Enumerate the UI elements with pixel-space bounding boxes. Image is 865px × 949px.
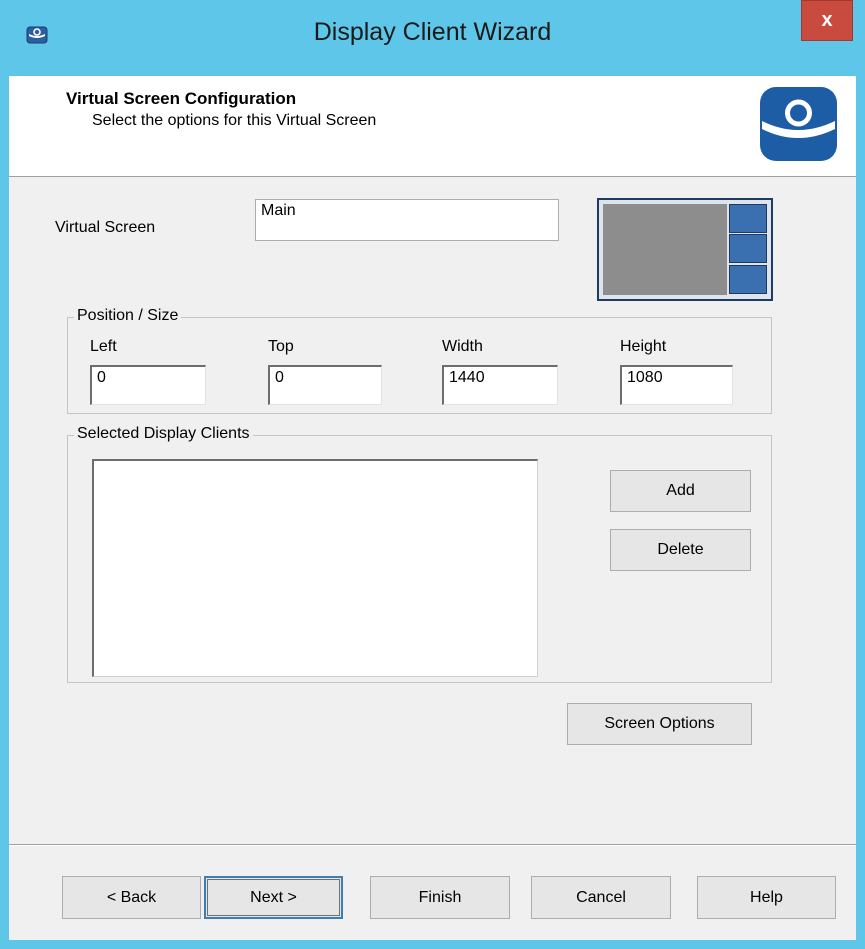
close-button[interactable]: x [801, 0, 853, 41]
help-button[interactable]: Help [697, 876, 836, 919]
screen-options-button[interactable]: Screen Options [567, 703, 752, 745]
delete-button[interactable]: Delete [610, 529, 751, 571]
display-clients-list[interactable] [92, 459, 538, 677]
cancel-button[interactable]: Cancel [531, 876, 671, 919]
next-button[interactable]: Next > [204, 876, 343, 919]
preview-tile [729, 265, 767, 294]
position-size-group: Position / Size Left Top Width Height 0 … [67, 307, 772, 414]
finish-button[interactable]: Finish [370, 876, 510, 919]
window-title: Display Client Wizard [313, 18, 552, 46]
selected-display-clients-group: Selected Display Clients Add Delete [67, 425, 772, 683]
page-subtitle: Select the options for this Virtual Scre… [92, 112, 377, 129]
top-input[interactable]: 0 [268, 365, 382, 405]
height-label: Height [620, 338, 667, 355]
height-input[interactable]: 1080 [620, 365, 733, 405]
preview-tile [729, 234, 767, 263]
back-button[interactable]: < Back [62, 876, 201, 919]
close-icon: x [821, 9, 833, 31]
screen-layout-preview [597, 198, 773, 301]
wizard-body: Virtual Screen Configuration Select the … [9, 76, 856, 940]
page-header: Virtual Screen Configuration Select the … [9, 76, 856, 177]
left-label: Left [90, 338, 117, 355]
preview-tile [729, 204, 767, 233]
position-size-legend: Position / Size [74, 307, 182, 325]
width-input[interactable]: 1440 [442, 365, 558, 405]
thinmanager-logo-icon [760, 87, 837, 161]
width-label: Width [442, 338, 483, 355]
wizard-window: Display Client Wizard x Virtual Screen C… [0, 0, 865, 949]
add-button[interactable]: Add [610, 470, 751, 512]
selected-display-clients-legend: Selected Display Clients [74, 425, 253, 443]
virtual-screen-label: Virtual Screen [55, 219, 156, 236]
virtual-screen-name-input[interactable]: Main [255, 199, 559, 241]
title-bar[interactable]: Display Client Wizard x [0, 0, 865, 76]
footer-divider [9, 844, 856, 846]
preview-main-area [603, 204, 727, 295]
page-title: Virtual Screen Configuration [66, 89, 297, 108]
top-label: Top [268, 338, 294, 355]
left-input[interactable]: 0 [90, 365, 206, 405]
